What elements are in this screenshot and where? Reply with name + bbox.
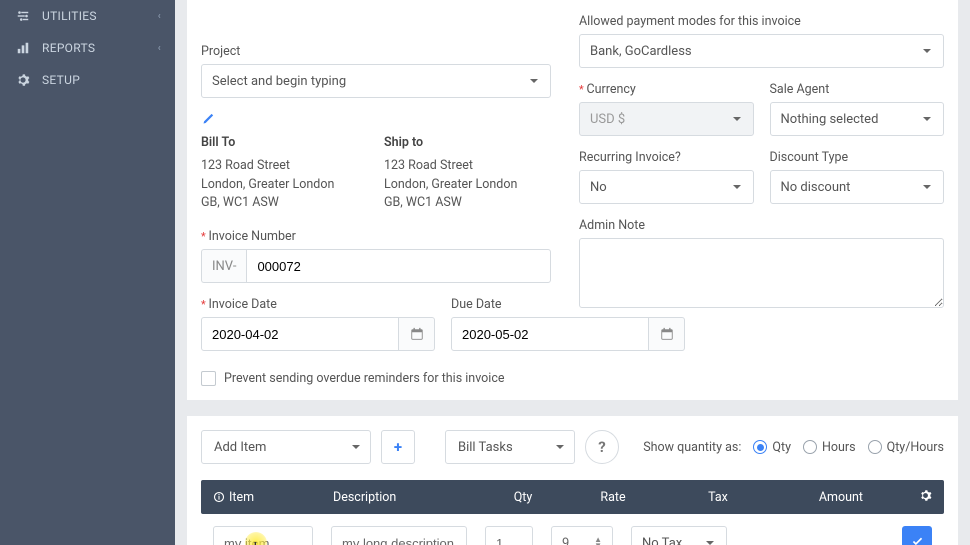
radio-icon: [803, 440, 817, 454]
recurring-label: Recurring Invoice?: [579, 150, 754, 165]
item-qty-input[interactable]: [485, 526, 533, 545]
item-rate-input[interactable]: 9 ▲▼: [551, 526, 613, 545]
invoice-number-group: INV-: [201, 249, 551, 283]
add-item-plus-button[interactable]: +: [381, 430, 415, 464]
chevron-left-icon: ‹: [158, 43, 161, 54]
items-table-header: Item Description Qty Rate Tax Amount: [201, 480, 944, 514]
sidebar-label: REPORTS: [42, 41, 95, 55]
th-description: Description: [333, 490, 483, 505]
th-qty: Qty: [483, 490, 563, 505]
item-description-input[interactable]: [331, 526, 467, 545]
chevron-left-icon: ‹: [158, 11, 161, 22]
sale-agent-select[interactable]: Nothing selected: [770, 102, 945, 136]
project-label: Project: [201, 44, 551, 59]
prevent-reminders-checkbox[interactable]: [201, 371, 216, 386]
confirm-row-button[interactable]: [902, 526, 932, 545]
items-toolbar: Add Item + Bill Tasks ? Show quantity as…: [201, 430, 944, 464]
th-amount: Amount: [773, 490, 863, 505]
qty-option-qtyhours[interactable]: Qty/Hours: [868, 440, 944, 455]
payment-modes-label: Allowed payment modes for this invoice: [579, 14, 944, 29]
table-settings-icon[interactable]: [919, 489, 932, 506]
invoice-form-panel: Project Select and begin typing Bill To …: [187, 0, 958, 400]
show-qty-label: Show quantity as:: [643, 440, 741, 455]
help-button[interactable]: ?: [585, 430, 619, 464]
add-item-dropdown[interactable]: Add Item: [201, 430, 371, 464]
sale-agent-label: Sale Agent: [770, 82, 945, 97]
th-item: Item: [213, 490, 333, 505]
currency-label: Currency: [579, 82, 754, 97]
invoice-number-label: Invoice Number: [201, 229, 551, 244]
item-tax-select[interactable]: No Tax: [631, 526, 727, 545]
invoice-date-calendar-button[interactable]: [399, 317, 435, 351]
invoice-date-input[interactable]: [201, 317, 399, 351]
sidebar-label: SETUP: [42, 73, 80, 87]
prevent-reminders-row[interactable]: Prevent sending overdue reminders for th…: [201, 371, 551, 386]
radio-icon: [868, 440, 882, 454]
th-rate: Rate: [563, 490, 663, 505]
chart-icon: [14, 41, 32, 55]
sidebar-label: UTILITIES: [42, 9, 97, 23]
currency-select[interactable]: USD $: [579, 102, 754, 136]
bill-to-title: Bill To: [201, 134, 368, 153]
invoice-prefix: INV-: [201, 249, 246, 283]
qty-option-qty[interactable]: Qty: [753, 440, 791, 455]
qty-option-hours[interactable]: Hours: [803, 440, 856, 455]
project-select[interactable]: Select and begin typing: [201, 64, 551, 98]
recurring-select[interactable]: No: [579, 170, 754, 204]
main-content: Project Select and begin typing Bill To …: [175, 0, 970, 545]
admin-note-label: Admin Note: [579, 218, 944, 233]
bill-to-block: Bill To 123 Road Street London, Greater …: [201, 134, 368, 213]
sidebar-item-setup[interactable]: SETUP: [0, 64, 175, 96]
radio-icon: [753, 440, 767, 454]
admin-note-textarea[interactable]: [579, 238, 944, 308]
sliders-icon: [14, 9, 32, 23]
ship-to-block: Ship to 123 Road Street London, Greater …: [384, 134, 551, 213]
discount-type-label: Discount Type: [770, 150, 945, 165]
sidebar-item-reports[interactable]: REPORTS ‹: [0, 32, 175, 64]
invoice-number-input[interactable]: [246, 249, 551, 283]
item-name-input[interactable]: [213, 526, 313, 545]
rate-stepper-icon[interactable]: ▲▼: [594, 537, 602, 545]
items-panel: Add Item + Bill Tasks ? Show quantity as…: [187, 416, 958, 545]
sidebar: UTILITIES ‹ REPORTS ‹ SETUP: [0, 0, 175, 545]
bill-tasks-dropdown[interactable]: Bill Tasks: [445, 430, 575, 464]
gear-icon: [14, 73, 32, 87]
invoice-date-label: Invoice Date: [201, 297, 435, 312]
sidebar-item-utilities[interactable]: UTILITIES ‹: [0, 0, 175, 32]
qty-display-options: Show quantity as: Qty Hours Qty/Hours: [643, 440, 944, 455]
prevent-reminders-label: Prevent sending overdue reminders for th…: [224, 371, 505, 386]
edit-address-icon[interactable]: [201, 112, 215, 130]
ship-to-title: Ship to: [384, 134, 551, 153]
payment-modes-select[interactable]: Bank, GoCardless: [579, 34, 944, 68]
th-tax: Tax: [663, 490, 773, 505]
table-row: I 9 9 ▲▼ No Tax: [201, 514, 944, 545]
discount-type-select[interactable]: No discount: [770, 170, 945, 204]
